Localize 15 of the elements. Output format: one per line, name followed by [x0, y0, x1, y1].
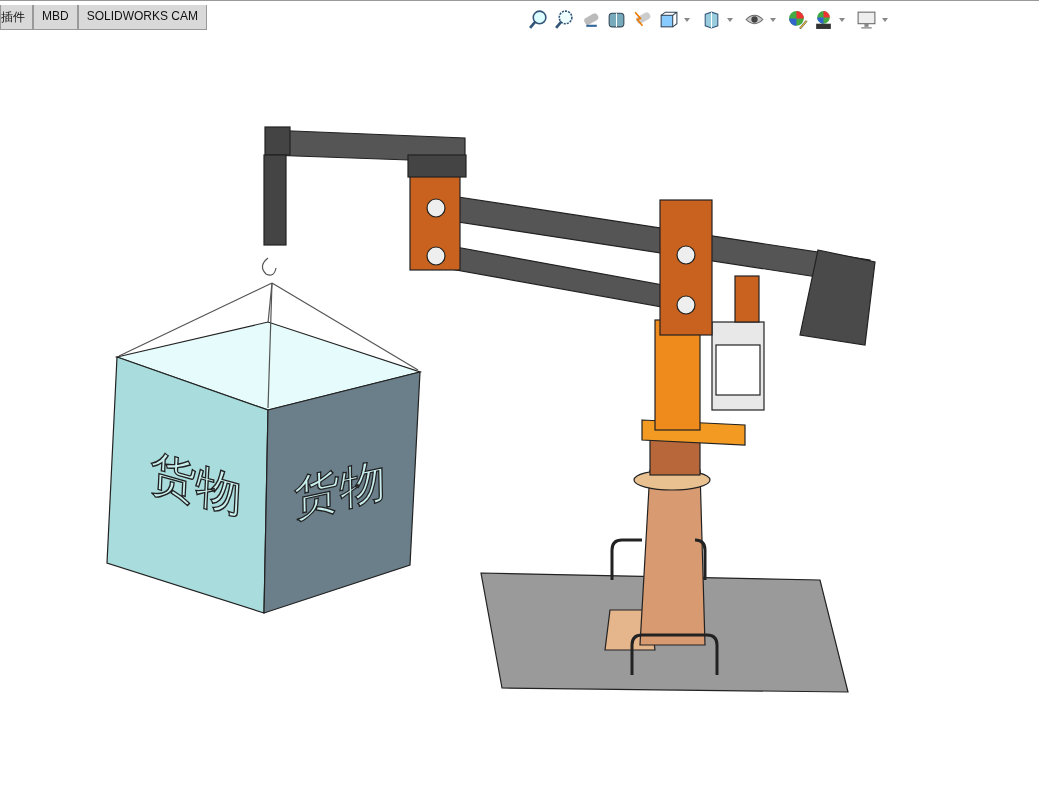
ribbon-tab[interactable]: SOLIDWORKS CAM	[77, 5, 208, 30]
ribbon-tab[interactable]: 插件	[0, 5, 33, 30]
ribbon-tab[interactable]: MBD	[33, 5, 78, 30]
cargo-label: 货物	[148, 443, 244, 524]
view-orientation-icon[interactable]	[658, 9, 679, 30]
zoom-to-fit-icon[interactable]	[528, 9, 549, 30]
caret-icon[interactable]	[882, 17, 888, 22]
edit-appearance-icon[interactable]	[787, 9, 808, 30]
monitor-icon[interactable]	[856, 9, 877, 30]
cargo-label: 货物	[292, 452, 387, 527]
caret-icon[interactable]	[839, 17, 845, 22]
caret-icon[interactable]	[684, 17, 690, 22]
zoom-area-icon[interactable]	[554, 9, 575, 30]
caret-icon[interactable]	[770, 17, 776, 22]
caret-icon[interactable]	[727, 17, 733, 22]
